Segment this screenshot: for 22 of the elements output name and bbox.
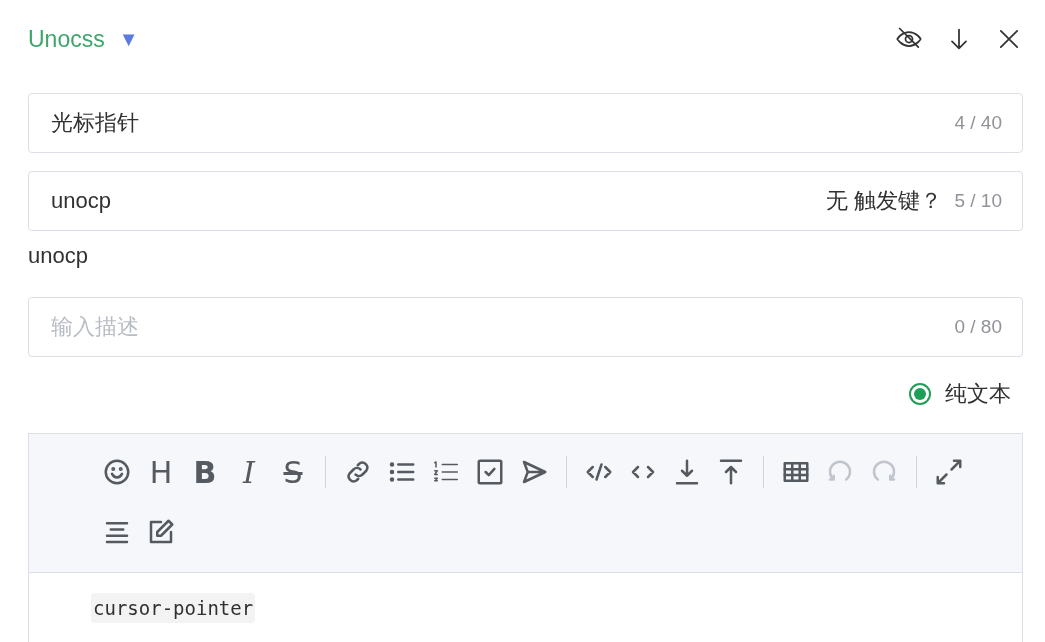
character-count: 5 / 10 (954, 190, 1002, 212)
character-count: 4 / 40 (954, 112, 1002, 134)
panel-title: Unocss (28, 25, 105, 53)
italic-button[interactable]: I (231, 454, 267, 490)
prefix-preview: unocp (28, 243, 89, 269)
checkbox-icon (475, 457, 505, 487)
prefix-field[interactable]: unocp 无 触发键？ 5 / 10 (28, 171, 1023, 231)
heading-button[interactable]: H (143, 454, 179, 490)
bold-button[interactable]: B (187, 454, 223, 490)
text-input[interactable]: 输入描述 (49, 313, 955, 341)
text-input[interactable]: 光标指针 (49, 109, 955, 137)
dropdown-toggle[interactable]: ▼ (118, 27, 139, 51)
inline-code: cursor-pointer (91, 593, 256, 623)
smiley-icon (102, 457, 132, 487)
name-field[interactable]: 光标指针 4 / 40 (28, 93, 1023, 153)
expand-icon (934, 457, 964, 487)
trigger-key-label: 无 触发键？ (826, 187, 943, 215)
plain-text-radio[interactable]: 纯文本 (909, 379, 1011, 409)
text-input[interactable]: unocp (49, 187, 827, 215)
radio-icon[interactable] (909, 383, 931, 405)
character-count: 0 / 80 (954, 316, 1002, 338)
strikethrough-button[interactable]: S (275, 454, 311, 490)
